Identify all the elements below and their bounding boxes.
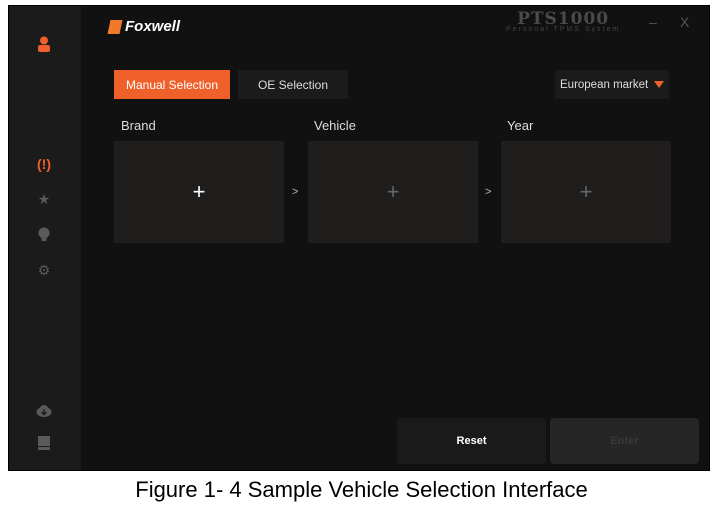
enter-button[interactable]: Enter: [550, 418, 699, 464]
separator-arrow: >: [485, 186, 492, 198]
vehicle-label: Vehicle: [314, 118, 356, 133]
market-selected: European market: [560, 78, 649, 91]
star-icon[interactable]: ★: [36, 191, 52, 207]
dropdown-arrow-icon: [654, 81, 665, 88]
tpms-icon[interactable]: (!): [36, 156, 52, 172]
vehicle-select-box[interactable]: +: [308, 141, 478, 243]
bulb-icon[interactable]: [36, 226, 52, 242]
user-icon[interactable]: [36, 36, 52, 52]
brand-select-box[interactable]: +: [114, 141, 284, 243]
close-button[interactable]: X: [680, 14, 689, 30]
year-select-box[interactable]: +: [501, 141, 671, 243]
product-branding: PTS1000 Personal TPMS System: [506, 9, 620, 33]
logo-mark-icon: [107, 19, 123, 34]
figure-caption: Figure 1- 4 Sample Vehicle Selection Int…: [135, 477, 588, 502]
cloud-download-icon[interactable]: [36, 403, 52, 419]
separator-arrow: >: [292, 186, 299, 198]
product-subtitle: Personal TPMS System: [506, 26, 621, 33]
market-dropdown[interactable]: European market: [555, 70, 669, 99]
reset-button[interactable]: Reset: [397, 418, 546, 464]
logo-text: Foxwell: [125, 18, 181, 35]
tab-manual-selection[interactable]: Manual Selection: [114, 70, 230, 99]
app-window: (!) ★ ⚙ Foxwell PTS1000 Personal TPMS Sy…: [8, 5, 710, 471]
foxwell-logo: Foxwell: [107, 18, 181, 35]
book-icon[interactable]: [36, 435, 52, 451]
gear-icon[interactable]: ⚙: [36, 262, 52, 278]
year-label: Year: [507, 118, 534, 133]
sidebar: (!) ★ ⚙: [9, 6, 81, 470]
brand-label: Brand: [121, 118, 156, 133]
minimize-button[interactable]: –: [649, 14, 657, 30]
tab-oe-selection[interactable]: OE Selection: [238, 70, 348, 99]
